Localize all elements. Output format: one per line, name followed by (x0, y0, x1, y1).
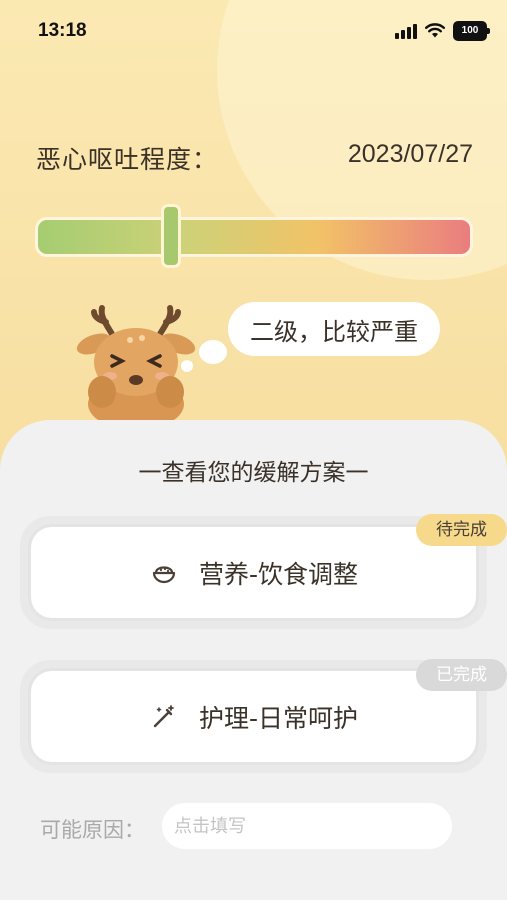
status-bar: 13:18 100 (0, 0, 507, 60)
status-badge-completed: 已完成 (416, 659, 507, 691)
severity-label: 恶心呕吐程度： (36, 145, 219, 174)
magic-wand-icon (149, 702, 179, 732)
cause-input[interactable] (162, 803, 452, 849)
record-date[interactable]: 2023/07/27 (348, 140, 473, 169)
plan-card-inner: 营养-饮食调整 (28, 524, 479, 621)
severity-slider-track[interactable] (35, 217, 473, 257)
status-time: 13:18 (38, 20, 87, 41)
signal-icon (395, 23, 417, 39)
severity-slider-thumb[interactable] (160, 204, 181, 268)
plan-section-title: 一查看您的缓解方案一 (138, 460, 369, 486)
battery-icon: 100 (453, 21, 490, 41)
thought-dot-small (181, 360, 193, 372)
food-bowl-icon (149, 558, 179, 588)
status-icons: 100 (395, 21, 490, 41)
cause-label: 可能原因： (40, 818, 145, 842)
plan-label-nutrition: 营养-饮食调整 (198, 559, 359, 589)
plan-label-care: 护理-日常呵护 (198, 703, 359, 733)
wifi-icon (425, 23, 445, 38)
plan-card-inner: 护理-日常呵护 (28, 668, 479, 765)
severity-level-bubble: 二级，比较严重 (228, 302, 440, 356)
thought-dot-large (199, 340, 227, 364)
status-badge-pending: 待完成 (416, 514, 507, 546)
